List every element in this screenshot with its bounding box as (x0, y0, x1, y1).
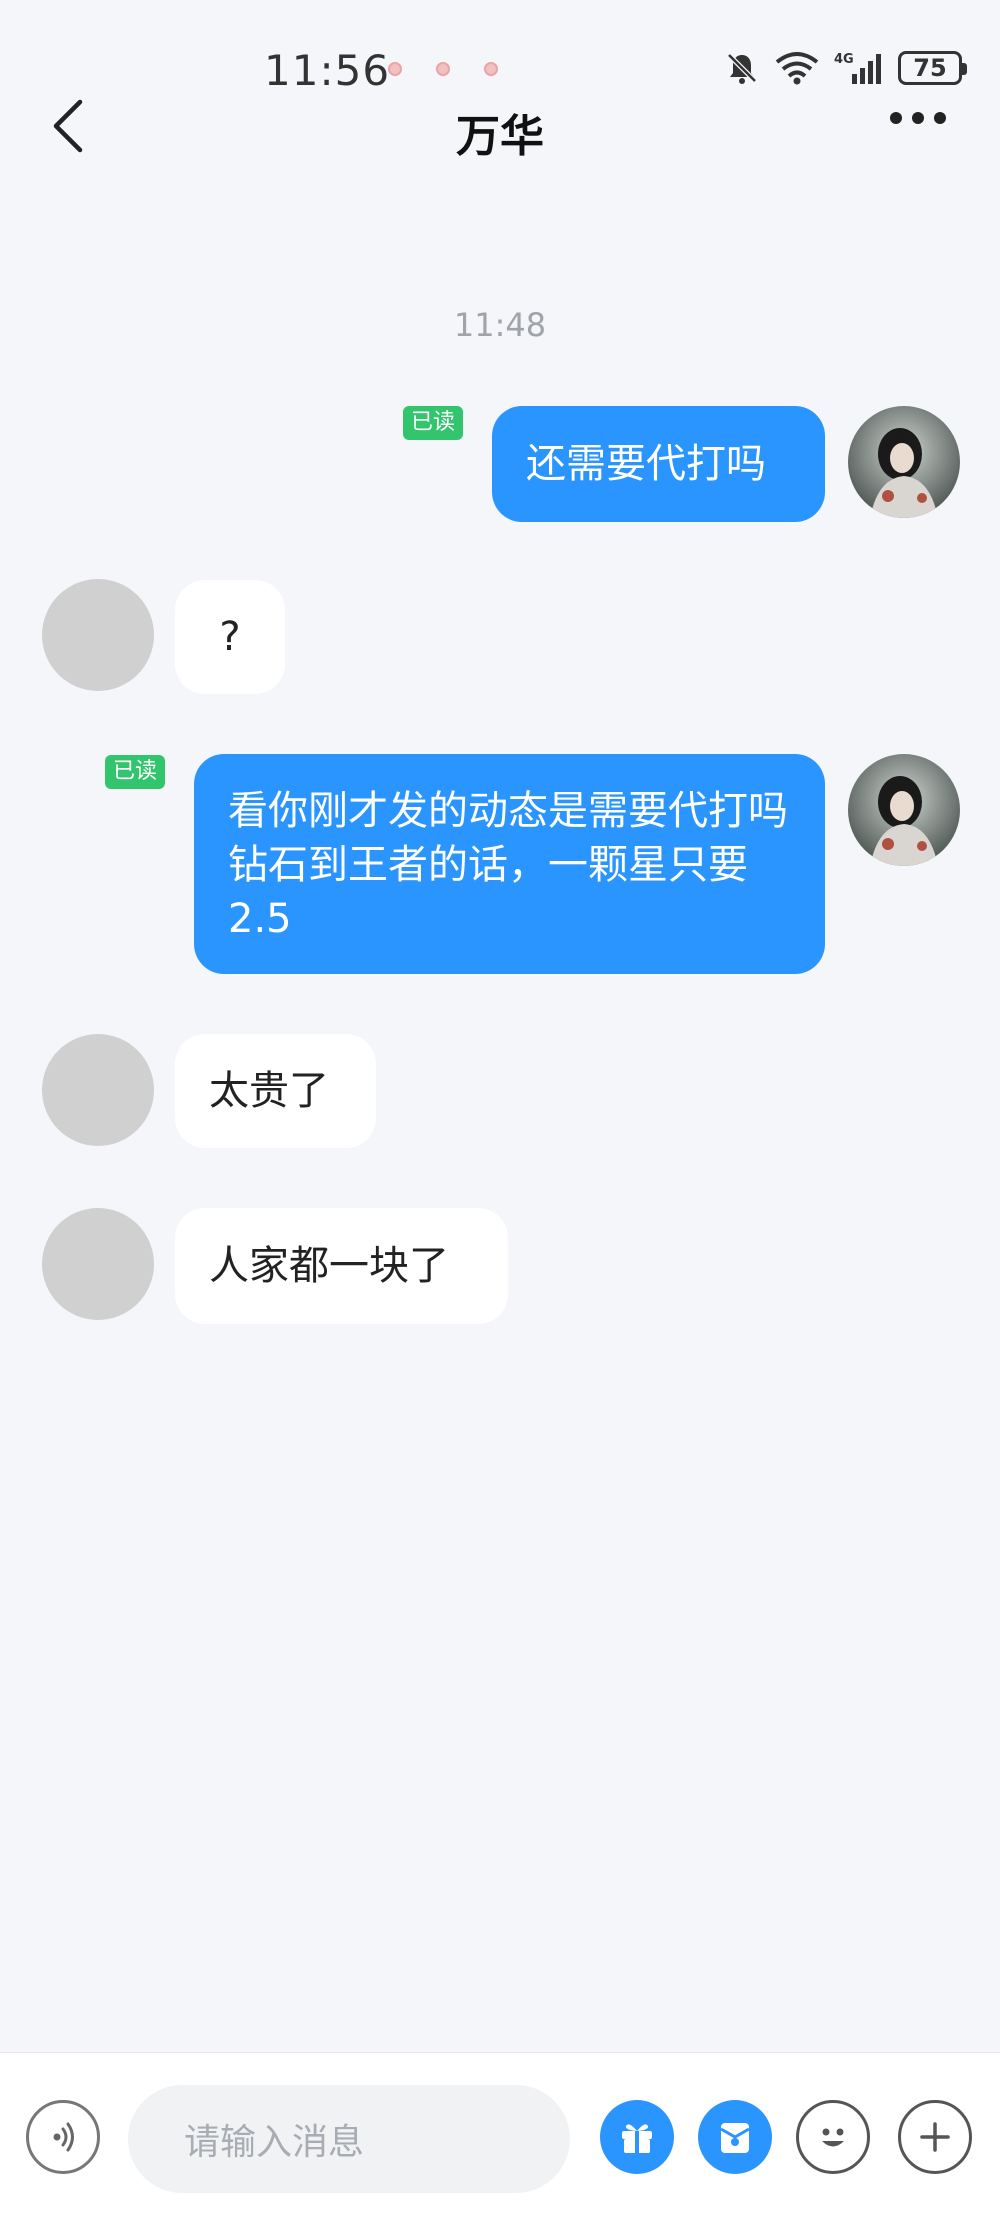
read-receipt-badge: 已读 (105, 755, 166, 789)
mute-bell-icon (727, 53, 757, 84)
chat-title: 万华 (456, 111, 544, 162)
received-message-bubble[interactable]: ? (175, 580, 285, 694)
notification-dot-icon (388, 62, 402, 76)
svg-text:4G: 4G (834, 52, 854, 67)
red-packet-icon (720, 2123, 750, 2153)
read-receipt-badge: 已读 (403, 406, 464, 440)
plus-icon (920, 2122, 950, 2152)
my-avatar[interactable] (848, 754, 960, 866)
nav-bar: 万华 (0, 90, 1000, 162)
gift-icon (622, 2124, 652, 2153)
voice-icon (53, 2122, 74, 2152)
wifi-icon (775, 52, 819, 85)
sent-message-bubble[interactable]: 看你刚才发的动态是需要代打吗 钻石到王者的话，一颗星只要2.5 (194, 754, 825, 974)
voice-button[interactable] (26, 2100, 100, 2174)
more-actions-button[interactable] (898, 2100, 972, 2174)
contact-avatar[interactable] (42, 1208, 154, 1320)
smiley-icon (822, 2128, 844, 2147)
gift-button[interactable] (600, 2100, 674, 2174)
emoji-button[interactable] (796, 2100, 870, 2174)
more-dot-icon (912, 112, 924, 124)
more-options-button[interactable] (890, 112, 946, 124)
notification-dots (388, 62, 498, 76)
notification-dot-icon (436, 62, 450, 76)
notification-dot-icon (484, 62, 498, 76)
more-dot-icon (934, 112, 946, 124)
more-dot-icon (890, 112, 902, 124)
contact-avatar[interactable] (42, 1034, 154, 1146)
status-time: 11:56 (264, 46, 391, 95)
message-timestamp: 11:48 (453, 306, 547, 344)
received-message-bubble[interactable]: 人家都一块了 (175, 1208, 508, 1324)
battery-icon: 75 (898, 51, 967, 85)
signal-4g-icon: 4G (834, 52, 881, 84)
red-packet-button[interactable] (698, 2100, 772, 2174)
message-input[interactable]: 请输入消息 (128, 2085, 570, 2193)
status-icons: 4G 75 (724, 50, 967, 86)
received-message-bubble[interactable]: 太贵了 (175, 1034, 376, 1148)
contact-avatar[interactable] (42, 579, 154, 691)
input-bar: 请输入消息 (0, 2052, 1000, 2223)
sent-message-bubble[interactable]: 还需要代打吗 (492, 406, 825, 522)
my-avatar[interactable] (848, 406, 960, 518)
